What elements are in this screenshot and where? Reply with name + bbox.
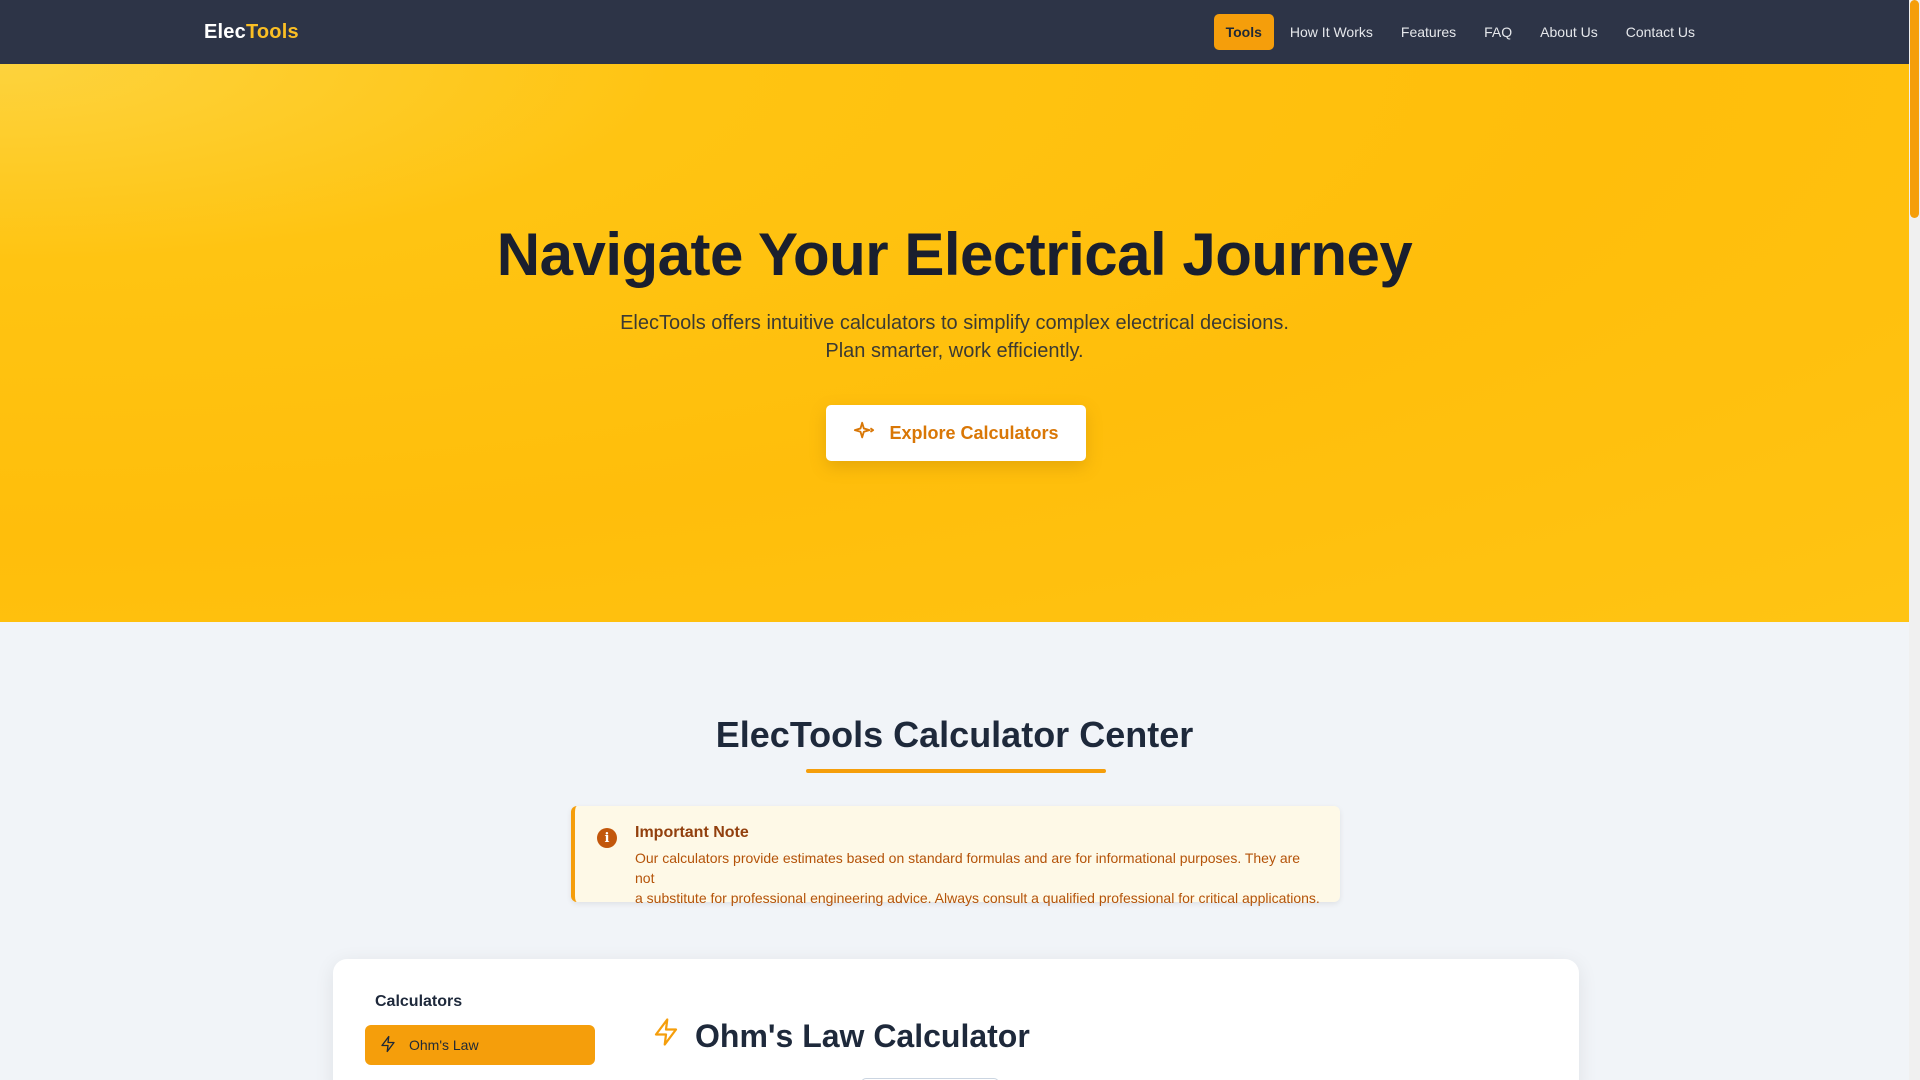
calculator-header: Ohm's Law Calculator (651, 1017, 1030, 1055)
sidebar-item-ohms-law[interactable]: Ohm's Law (365, 1025, 595, 1065)
hero-subtitle: ElecTools offers intuitive calculators t… (0, 309, 1909, 365)
nav-features[interactable]: Features (1387, 15, 1470, 49)
explore-calculators-label: Explore Calculators (889, 422, 1059, 443)
sidebar-item-label: Ohm's Law (409, 1037, 479, 1053)
nav-tools[interactable]: Tools (1213, 14, 1274, 50)
page-scrollbar[interactable] (1909, 0, 1920, 1080)
hero-subtitle-line1: ElecTools offers intuitive calculators t… (620, 312, 1289, 334)
note-text-line2: a substitute for professional engineerin… (635, 890, 1320, 906)
note-title: Important Note (635, 824, 749, 841)
sparkle-icon (853, 420, 875, 447)
page: ElecTools Tools How It Works Features FA… (0, 0, 1920, 1080)
title-underline (806, 769, 1106, 773)
lightning-icon (379, 1035, 397, 1056)
nav-contact-us[interactable]: Contact Us (1612, 15, 1709, 49)
nav-faq[interactable]: FAQ (1470, 15, 1526, 49)
brand-name-part1: Elec (204, 20, 246, 43)
brand-logo[interactable]: ElecTools (204, 21, 299, 44)
sidebar-title: Calculators (375, 993, 463, 1010)
lightning-icon (651, 1017, 681, 1055)
calculator-title: Ohm's Law Calculator (695, 1017, 1030, 1054)
navbar: ElecTools Tools How It Works Features FA… (0, 0, 1909, 64)
hero-section: Navigate Your Electrical Journey ElecToo… (0, 64, 1909, 622)
nav-how-it-works[interactable]: How It Works (1276, 15, 1387, 49)
info-icon: i (597, 828, 617, 848)
note-text: Our calculators provide estimates based … (635, 848, 1320, 908)
hero-title: Navigate Your Electrical Journey (496, 221, 1413, 288)
nav-links: Tools How It Works Features FAQ About Us… (1213, 14, 1709, 50)
explore-calculators-button[interactable]: Explore Calculators (826, 405, 1086, 461)
brand-name-part2: Tools (245, 20, 299, 43)
section-title: ElecTools Calculator Center (715, 714, 1194, 755)
scrollbar-thumb[interactable] (1910, 0, 1919, 218)
important-note: i Important Note Our calculators provide… (571, 806, 1340, 906)
calculator-panel: Calculators Ohm's Law Ohm's Law Calculat… (333, 959, 1579, 1080)
note-text-line1: Our calculators provide estimates based … (635, 850, 1301, 886)
hero-subtitle-line2: Plan smarter, work efficiently. (825, 340, 1084, 362)
nav-about-us[interactable]: About Us (1526, 15, 1612, 49)
